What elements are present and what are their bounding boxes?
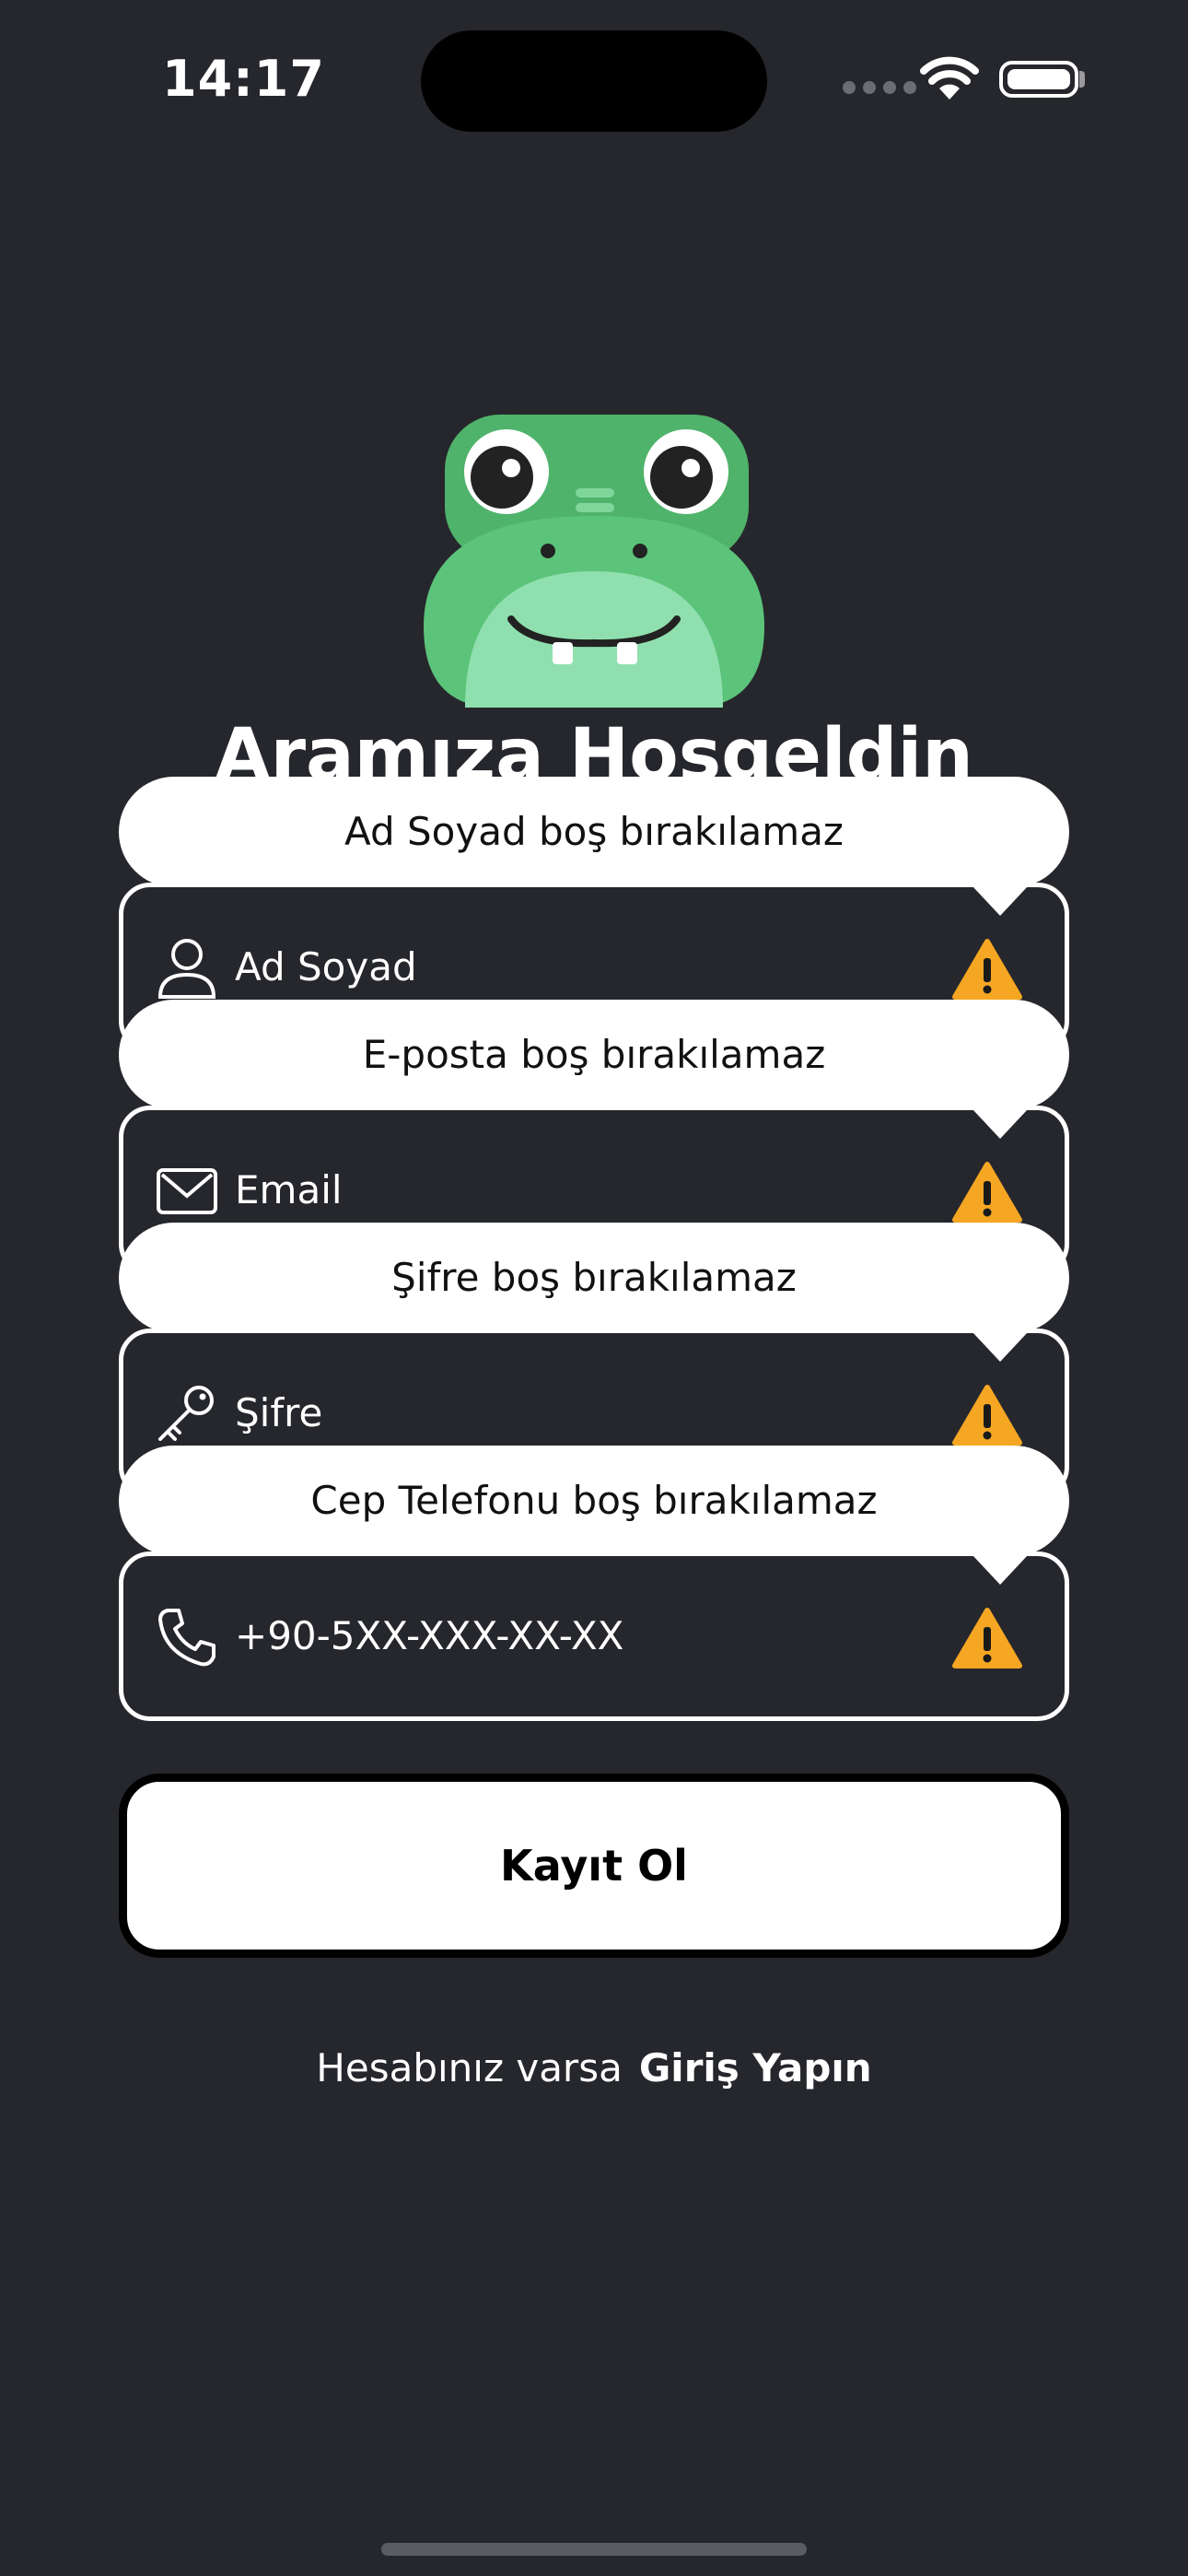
login-link[interactable]: Giriş Yapın — [639, 2045, 872, 2090]
phone-placeholder: +90-5XX-XXX-XX-XX — [235, 1613, 624, 1658]
home-indicator[interactable] — [381, 2543, 807, 2556]
battery-icon — [999, 61, 1078, 98]
full-name-error-tooltip: Ad Soyad boş bırakılamaz — [119, 777, 1069, 887]
warning-icon — [952, 1385, 1022, 1446]
register-button[interactable]: Kayıt Ol — [119, 1774, 1069, 1958]
warning-icon — [952, 939, 1022, 1000]
tooltip-tail — [973, 1332, 1028, 1362]
email-placeholder: Email — [235, 1167, 343, 1212]
tooltip-tail — [973, 886, 1028, 916]
status-time: 14:17 — [162, 50, 325, 108]
login-prompt-text: Hesabınız varsa — [316, 2045, 623, 2090]
envelope-icon — [157, 1168, 217, 1214]
full-name-placeholder: Ad Soyad — [235, 944, 417, 989]
phone-error-tooltip: Cep Telefonu boş bırakılamaz — [119, 1446, 1069, 1556]
page-title: Aramıza Hoşgeldin — [215, 714, 973, 783]
wifi-icon — [920, 56, 979, 100]
password-error-tooltip: Şifre boş bırakılamaz — [119, 1223, 1069, 1333]
email-error-tooltip: E-posta boş bırakılamaz — [119, 1000, 1069, 1110]
warning-icon — [952, 1608, 1022, 1669]
warning-icon — [952, 1162, 1022, 1223]
login-prompt: Hesabınız varsa Giriş Yapın — [0, 2045, 1188, 2090]
tooltip-tail — [973, 1109, 1028, 1139]
dynamic-island — [421, 30, 767, 132]
person-icon — [157, 939, 216, 999]
key-icon — [158, 1386, 214, 1441]
phone-icon — [158, 1609, 215, 1667]
password-placeholder: Şifre — [235, 1390, 323, 1435]
battery-tip — [1079, 71, 1085, 88]
cellular-signal-icon — [843, 81, 916, 94]
frog-logo — [424, 415, 764, 708]
tooltip-tail — [973, 1555, 1028, 1585]
